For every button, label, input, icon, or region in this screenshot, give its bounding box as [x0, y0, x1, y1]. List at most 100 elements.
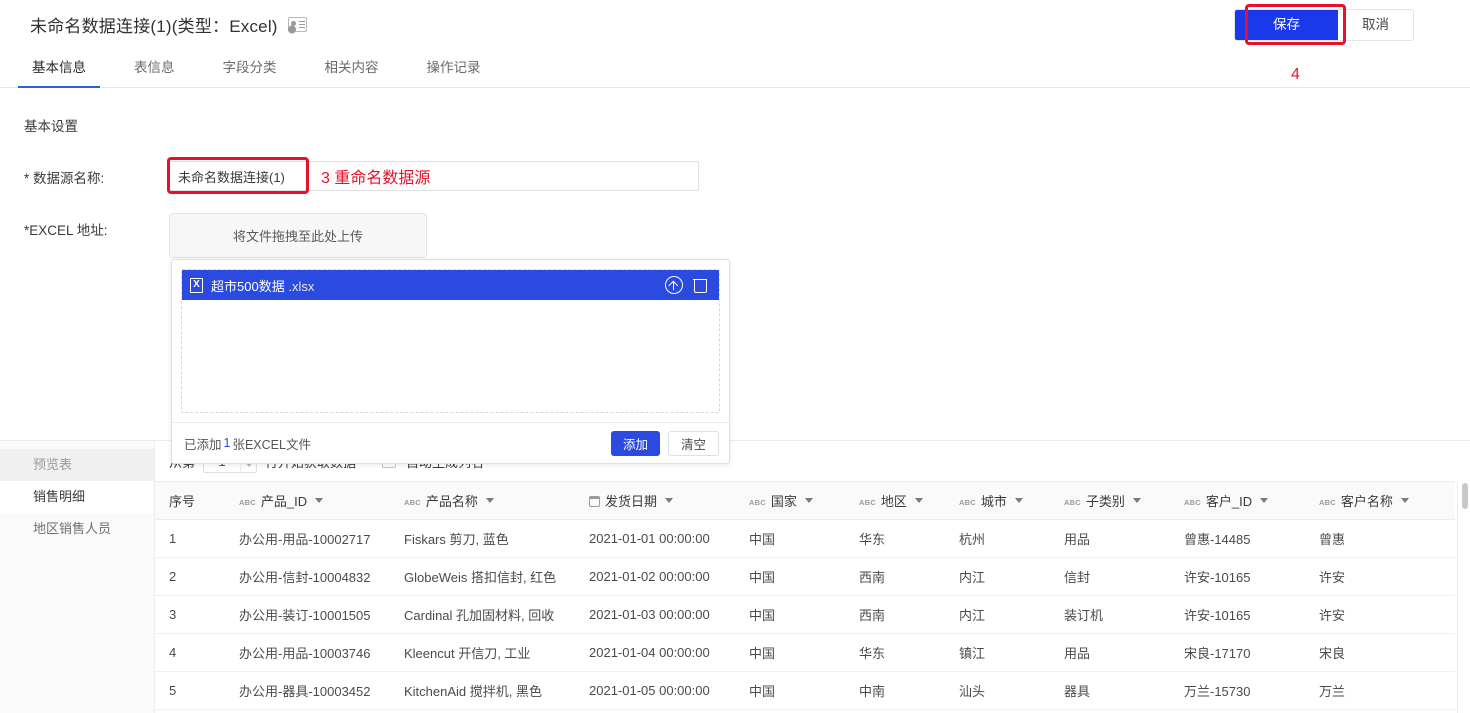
- table-right-divider: [1457, 481, 1458, 713]
- table-column-header[interactable]: ABC国家: [735, 482, 845, 520]
- table-cell: Cardinal 孔加固材料, 回收: [390, 596, 575, 634]
- column-header-label: 序号: [169, 491, 195, 510]
- column-header-label: 子类别: [1086, 491, 1125, 510]
- table-cell: 许安-10165: [1170, 558, 1305, 596]
- table-cell: 2021-01-02 00:00:00: [575, 558, 735, 596]
- table-cell: 2021-01-05 00:00:00: [575, 672, 735, 710]
- table-cell: 中国: [735, 634, 845, 672]
- table-cell: 2021-01-03 00:00:00: [575, 596, 735, 634]
- clear-files-button[interactable]: 清空: [668, 431, 719, 456]
- text-type-icon: ABC: [1064, 498, 1081, 507]
- preview-section: 预览表 销售明细 地区销售人员 从第 行开始获取数据 自动生成列名: [0, 440, 1470, 713]
- trash-icon[interactable]: [691, 276, 709, 294]
- sidebar-item-regional-sales-staff[interactable]: 地区销售人员: [0, 513, 154, 545]
- table-cell: 3: [155, 596, 225, 634]
- table-column-header[interactable]: ABC产品_ID: [225, 482, 390, 520]
- table-cell: 4: [155, 634, 225, 672]
- label-excel-address: *EXCEL 地址:: [24, 213, 169, 258]
- table-cell: 器具: [1050, 672, 1170, 710]
- table-cell: 2021-01-01 00:00:00: [575, 520, 735, 558]
- annotation-step-4: 4: [1291, 66, 1300, 84]
- table-row[interactable]: 3办公用-装订-10001505Cardinal 孔加固材料, 回收2021-0…: [155, 596, 1455, 634]
- table-column-header[interactable]: ABC 产品名称: [390, 482, 575, 520]
- column-header-inner: ABC地区: [859, 491, 937, 510]
- table-cell: GlobeWeis 搭扣信封, 红色: [390, 558, 575, 596]
- page-header: 未命名数据连接(1)(类型：Excel) 保存 取消: [0, 0, 1470, 48]
- table-column-header[interactable]: 序号: [155, 482, 225, 520]
- chevron-down-icon[interactable]: [1401, 498, 1409, 503]
- tab-bar: 基本信息 表信息 字段分类 相关内容 操作记录: [0, 48, 1470, 88]
- tab-field-category[interactable]: 字段分类: [209, 56, 291, 87]
- chevron-down-icon[interactable]: [1133, 498, 1141, 503]
- table-row[interactable]: 5办公用-器具-10003452KitchenAid 搅拌机, 黑色2021-0…: [155, 672, 1455, 710]
- preview-table-area: 从第 行开始获取数据 自动生成列名 序号ABC产品_IDABC产品名称发货日期A…: [155, 441, 1470, 713]
- table-cell: 办公用-装订-10001505: [225, 596, 390, 634]
- table-column-header[interactable]: ABC客户名称: [1305, 482, 1455, 520]
- column-header-inner: ABC产品_ID: [239, 491, 382, 510]
- column-header-label: 产品名称: [426, 491, 478, 510]
- tab-related-content[interactable]: 相关内容: [311, 56, 393, 87]
- table-row[interactable]: 2办公用-信封-10004832GlobeWeis 搭扣信封, 红色2021-0…: [155, 558, 1455, 596]
- table-cell: 内江: [945, 558, 1050, 596]
- table-cell: 曾惠-14485: [1170, 520, 1305, 558]
- chevron-down-icon[interactable]: [486, 498, 494, 503]
- preview-sidebar: 预览表 销售明细 地区销售人员: [0, 441, 155, 713]
- text-type-icon: ABC: [404, 498, 421, 507]
- add-file-button[interactable]: 添加: [611, 431, 660, 456]
- chevron-down-icon[interactable]: [1015, 498, 1023, 503]
- table-column-header[interactable]: ABC地区: [845, 482, 945, 520]
- datasource-name-input[interactable]: [169, 161, 699, 191]
- table-cell: 许安: [1305, 558, 1455, 596]
- text-type-icon: ABC: [239, 498, 256, 507]
- table-vertical-scrollbar[interactable]: [1462, 481, 1468, 713]
- table-column-header[interactable]: ABC城市: [945, 482, 1050, 520]
- text-type-icon: ABC: [959, 498, 976, 507]
- sidebar-item-sales-detail[interactable]: 销售明细: [0, 481, 154, 513]
- table-cell: 办公用-器具-10003452: [225, 672, 390, 710]
- chevron-down-icon[interactable]: [315, 498, 323, 503]
- table-cell: 曾惠: [1305, 520, 1455, 558]
- text-type-icon: ABC: [859, 498, 876, 507]
- table-cell: 办公用-用品-10003746: [225, 634, 390, 672]
- column-header-inner: 发货日期: [589, 491, 727, 510]
- cancel-button[interactable]: 取消: [1338, 10, 1413, 40]
- table-header-row: 序号ABC产品_IDABC产品名称发货日期ABC国家ABC地区ABC城市ABC子…: [155, 482, 1455, 520]
- chevron-down-icon[interactable]: [665, 498, 673, 503]
- upload-circle-icon[interactable]: [665, 276, 683, 294]
- tab-basic-info[interactable]: 基本信息: [18, 56, 100, 87]
- file-drop-zone[interactable]: 将文件拖拽至此处上传: [169, 213, 427, 258]
- table-column-header[interactable]: ABC客户_ID: [1170, 482, 1305, 520]
- column-header-inner: ABC客户_ID: [1184, 491, 1297, 510]
- table-row[interactable]: 4办公用-用品-10003746Kleencut 开信刀, 工业2021-01-…: [155, 634, 1455, 672]
- datasource-name-wrap: 3 重命名数据源: [169, 161, 699, 191]
- table-cell: 5: [155, 672, 225, 710]
- table-cell: 西南: [845, 596, 945, 634]
- table-cell: 办公用-信封-10004832: [225, 558, 390, 596]
- contact-card-icon[interactable]: [288, 17, 307, 32]
- table-cell: 许安: [1305, 596, 1455, 634]
- tab-operation-log[interactable]: 操作记录: [413, 56, 495, 87]
- annotation-step-3: 3 重命名数据源: [321, 164, 430, 188]
- tab-table-info[interactable]: 表信息: [120, 56, 189, 87]
- table-row[interactable]: 1办公用-用品-10002717Fiskars 剪刀, 蓝色2021-01-01…: [155, 520, 1455, 558]
- preview-data-table: 序号ABC产品_IDABC产品名称发货日期ABC国家ABC地区ABC城市ABC子…: [155, 481, 1455, 710]
- table-column-header[interactable]: ABC 子类别: [1050, 482, 1170, 520]
- scrollbar-thumb[interactable]: [1462, 483, 1468, 509]
- column-header-inner: ABC客户名称: [1319, 491, 1447, 510]
- file-list-item[interactable]: 超市500数据 .xlsx: [182, 270, 719, 300]
- file-count-prefix: 已添加: [184, 434, 222, 453]
- section-title-basic-settings: 基本设置: [24, 115, 1470, 135]
- sidebar-item-preview-tables[interactable]: 预览表: [0, 449, 154, 481]
- column-header-inner: ABC城市: [959, 491, 1042, 510]
- file-list: 超市500数据 .xlsx: [181, 269, 720, 413]
- save-button[interactable]: 保存: [1235, 10, 1338, 40]
- table-cell: 装订机: [1050, 596, 1170, 634]
- column-header-inner: 序号: [169, 491, 217, 510]
- table-head: 序号ABC产品_IDABC产品名称发货日期ABC国家ABC地区ABC城市ABC子…: [155, 482, 1455, 520]
- chevron-down-icon[interactable]: [1260, 498, 1268, 503]
- table-column-header[interactable]: 发货日期: [575, 482, 735, 520]
- table-cell: 2021-01-04 00:00:00: [575, 634, 735, 672]
- chevron-down-icon[interactable]: [915, 498, 923, 503]
- chevron-down-icon[interactable]: [805, 498, 813, 503]
- column-header-inner: ABC 产品名称: [404, 491, 567, 510]
